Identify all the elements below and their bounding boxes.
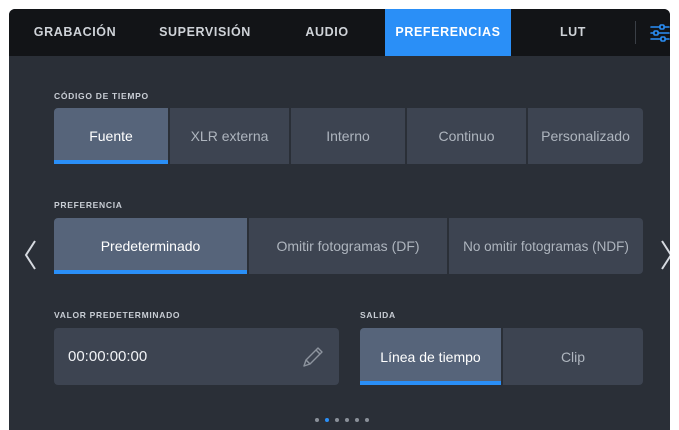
page-dot[interactable]	[345, 418, 349, 422]
timecode-section-label: CÓDIGO DE TIEMPO	[54, 91, 149, 101]
preference-option-ndf[interactable]: No omitir fotogramas (NDF)	[449, 218, 643, 274]
tab-audio[interactable]: AUDIO	[269, 9, 385, 56]
tab-bar: GRABACIÓN SUPERVISIÓN AUDIO PREFERENCIAS…	[9, 9, 670, 56]
preference-section-label: PREFERENCIA	[54, 200, 123, 210]
timecode-option-continuo[interactable]: Continuo	[407, 108, 526, 164]
tab-supervision[interactable]: SUPERVISIÓN	[141, 9, 269, 56]
tab-lut[interactable]: LUT	[511, 9, 635, 56]
timecode-option-personalizado[interactable]: Personalizado	[528, 108, 643, 164]
tab-preferencias[interactable]: PREFERENCIAS	[385, 9, 511, 56]
default-timecode-value: 00:00:00:00	[68, 348, 148, 365]
chevron-left-icon[interactable]	[23, 237, 39, 273]
timecode-option-interno[interactable]: Interno	[291, 108, 405, 164]
page-dot[interactable]	[325, 418, 329, 422]
timecode-option-label: Personalizado	[541, 128, 630, 144]
timecode-option-label: Fuente	[89, 128, 133, 144]
preference-option-df[interactable]: Omitir fotogramas (DF)	[249, 218, 447, 274]
default-value-section-label: VALOR PREDETERMINADO	[54, 310, 181, 320]
output-option-clip[interactable]: Clip	[503, 328, 643, 385]
preference-option-predeterminado[interactable]: Predeterminado	[54, 218, 247, 274]
output-option-linea-de-tiempo[interactable]: Línea de tiempo	[360, 328, 501, 385]
output-option-label: Clip	[560, 348, 586, 365]
camera-preferences-screen: GRABACIÓN SUPERVISIÓN AUDIO PREFERENCIAS…	[9, 9, 670, 430]
timecode-option-fuente[interactable]: Fuente	[54, 108, 168, 164]
preference-option-label: No omitir fotogramas (NDF)	[463, 238, 629, 254]
output-section-label: SALIDA	[360, 310, 396, 320]
output-option-label: Línea de tiempo	[380, 348, 481, 365]
selected-underline	[54, 160, 168, 164]
tab-grabacion[interactable]: GRABACIÓN	[9, 9, 141, 56]
page-indicator	[315, 417, 395, 425]
selected-underline	[360, 381, 501, 385]
page-dot[interactable]	[355, 418, 359, 422]
page-dot[interactable]	[365, 418, 369, 422]
selected-underline	[54, 270, 247, 274]
preference-option-label: Omitir fotogramas (DF)	[276, 238, 420, 254]
tab-divider	[635, 21, 636, 44]
sliders-settings-icon[interactable]	[649, 22, 670, 44]
page-dot[interactable]	[335, 418, 339, 422]
chevron-right-icon[interactable]	[658, 237, 670, 273]
timecode-option-label: Continuo	[438, 128, 495, 144]
preference-option-label: Predeterminado	[100, 238, 201, 254]
timecode-option-xlr-externa[interactable]: XLR externa	[170, 108, 289, 164]
pencil-edit-icon[interactable]	[300, 344, 326, 370]
timecode-option-label: Interno	[326, 128, 370, 144]
timecode-option-label: XLR externa	[190, 128, 269, 144]
default-timecode-field[interactable]: 00:00:00:00	[54, 328, 339, 385]
page-dot[interactable]	[315, 418, 319, 422]
